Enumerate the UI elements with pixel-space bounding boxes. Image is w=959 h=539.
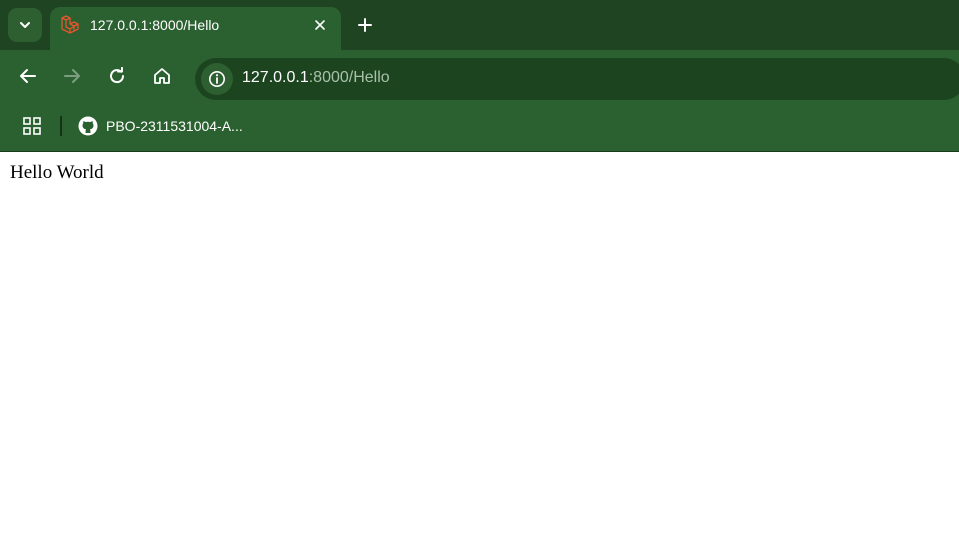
bookmark-label: PBO-2311531004-A...: [106, 118, 243, 134]
site-info-button[interactable]: [201, 63, 233, 95]
reload-button[interactable]: [106, 65, 128, 87]
tab-strip: 127.0.0.1:8000/Hello: [0, 0, 959, 50]
back-button[interactable]: [17, 65, 39, 87]
home-button[interactable]: [151, 65, 173, 87]
tab-title: 127.0.0.1:8000/Hello: [90, 17, 220, 33]
forward-button[interactable]: [61, 65, 83, 87]
chevron-down-icon: [20, 22, 30, 28]
url-path: :8000/Hello: [308, 69, 390, 86]
home-icon: [154, 68, 170, 84]
tab-active[interactable]: 127.0.0.1:8000/Hello: [50, 7, 341, 50]
page-viewport: Hello World: [0, 152, 959, 539]
reload-icon: [110, 67, 125, 84]
apps-grid-icon: [23, 117, 41, 135]
arrow-right-icon: [64, 69, 80, 83]
bookmark-item[interactable]: PBO-2311531004-A...: [78, 113, 243, 139]
laravel-icon: [61, 15, 79, 34]
bookmark-separator: [60, 116, 62, 136]
toolbar: 127.0.0.1:8000/Hello: [0, 50, 959, 102]
address-bar[interactable]: 127.0.0.1:8000/Hello: [195, 58, 959, 100]
new-tab-button[interactable]: [353, 13, 377, 37]
close-icon: [315, 20, 325, 30]
tab-search-button[interactable]: [8, 8, 42, 42]
info-icon: [209, 71, 225, 87]
apps-button[interactable]: [20, 114, 44, 138]
url-text: 127.0.0.1:8000/Hello: [242, 69, 390, 87]
browser-window: 127.0.0.1:8000/Hello 127.0.0.1:8000/Hell…: [0, 0, 959, 539]
page-text: Hello World: [10, 162, 104, 183]
bookmarks-bar: PBO-2311531004-A...: [0, 102, 959, 152]
url-host: 127.0.0.1: [242, 69, 309, 86]
plus-icon: [358, 18, 372, 32]
github-icon: [78, 116, 98, 136]
tab-close-button[interactable]: [312, 17, 328, 33]
arrow-left-icon: [20, 69, 36, 83]
